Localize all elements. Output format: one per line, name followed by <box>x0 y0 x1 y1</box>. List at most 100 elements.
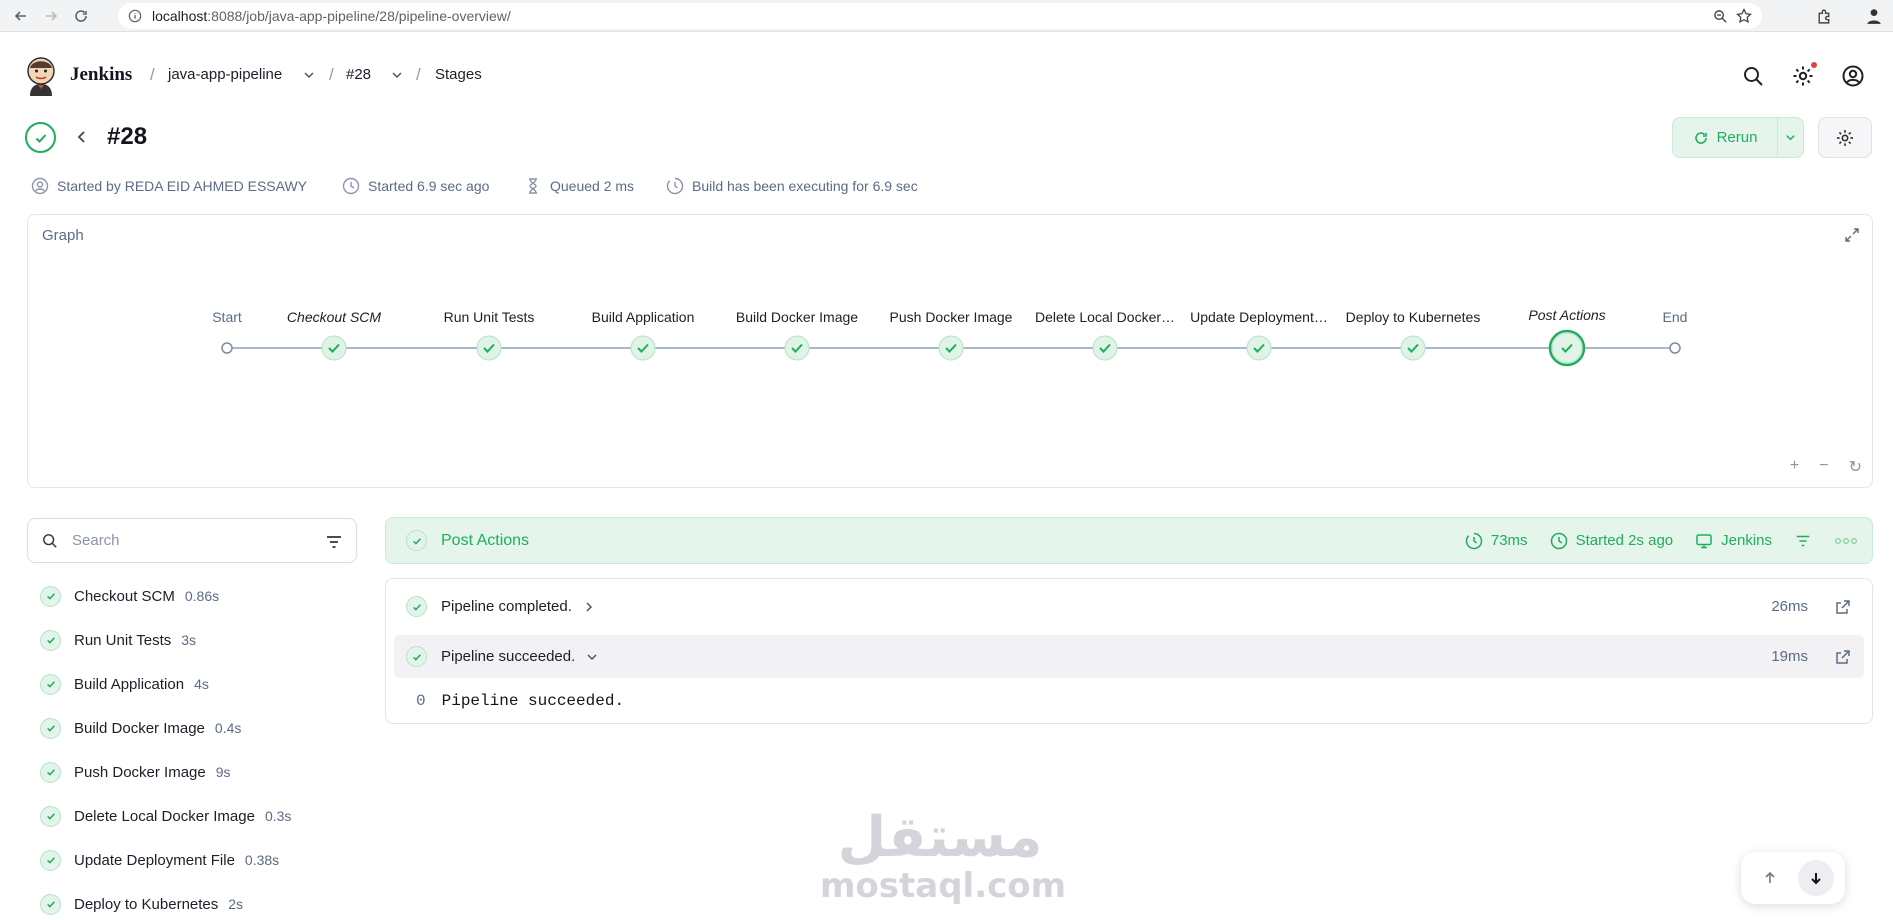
stage-name: Checkout SCM <box>74 587 175 605</box>
step-time: 19ms <box>1771 648 1808 665</box>
graph-stage-node[interactable] <box>476 335 502 361</box>
graph-node-label[interactable]: Build Application <box>592 309 695 325</box>
chevron-left-icon[interactable] <box>74 129 90 145</box>
url-host: localhost <box>152 8 208 24</box>
stage-list-item[interactable]: Push Docker Image 9s <box>40 757 231 787</box>
search-input[interactable] <box>72 532 302 549</box>
gear-icon <box>1837 129 1853 146</box>
forward-arrow-icon[interactable] <box>36 1 66 31</box>
graph-stage-node[interactable] <box>321 335 347 361</box>
breadcrumb-build[interactable]: #28 <box>346 66 371 83</box>
stage-agent[interactable]: Jenkins <box>1695 532 1772 550</box>
success-check-icon <box>40 585 61 607</box>
graph-node-label[interactable]: Build Docker Image <box>736 309 858 325</box>
pipeline-settings-button[interactable] <box>1818 117 1872 158</box>
steps-card: Pipeline completed. 26ms Pipeline succee… <box>385 578 1873 724</box>
stage-list-item[interactable]: Run Unit Tests 3s <box>40 625 196 655</box>
stage-duration: 0.4s <box>214 720 242 736</box>
stage-list-item[interactable]: Deploy to Kubernetes 2s <box>40 889 243 919</box>
stage-duration: 0.86s <box>184 588 220 604</box>
stage-list-item[interactable]: Checkout SCM 0.86s <box>40 581 219 611</box>
log-line: 0 Pipeline succeeded. <box>416 692 624 710</box>
success-check-icon <box>40 717 61 739</box>
chevron-down-icon[interactable] <box>585 650 599 664</box>
extensions-icon[interactable] <box>1816 8 1833 25</box>
breadcrumb-stages[interactable]: Stages <box>435 66 482 83</box>
graph-stage-node[interactable] <box>784 335 810 361</box>
graph-node-label[interactable]: Post Actions <box>1528 307 1605 323</box>
scroll-bottom-button[interactable] <box>1798 860 1834 896</box>
success-check-icon <box>40 893 61 915</box>
graph-node-label[interactable]: Update Deployment… <box>1190 309 1328 325</box>
search-icon[interactable] <box>1741 64 1765 88</box>
success-check-icon <box>40 849 61 871</box>
stage-list-item[interactable]: Update Deployment File 0.38s <box>40 845 279 875</box>
bookmark-star-icon[interactable] <box>1736 8 1752 24</box>
stage-search[interactable] <box>27 518 357 563</box>
graph-node-label[interactable]: Checkout SCM <box>287 309 381 325</box>
rerun-button[interactable]: Rerun <box>1672 117 1778 158</box>
open-external-icon[interactable] <box>1834 648 1852 666</box>
success-check-icon <box>40 629 61 651</box>
stage-name: Delete Local Docker Image <box>74 807 255 825</box>
profile-avatar-icon[interactable] <box>1865 7 1883 25</box>
pipeline-graph <box>221 329 1681 367</box>
graph-node-label[interactable]: Push Docker Image <box>890 309 1013 325</box>
clock-icon <box>342 177 360 195</box>
manage-jenkins[interactable] <box>1791 62 1817 93</box>
arrow-down-icon <box>1811 873 1821 885</box>
zoom-out-icon[interactable]: − <box>1819 457 1828 477</box>
reset-zoom-icon[interactable]: ↻ <box>1849 457 1862 477</box>
breadcrumb-separator: / <box>416 65 421 84</box>
timer-icon <box>666 177 684 195</box>
graph-stage-node[interactable] <box>1400 335 1426 361</box>
open-external-icon[interactable] <box>1834 598 1852 616</box>
step-row[interactable]: Pipeline completed. 26ms <box>394 585 1864 628</box>
started-by-text: Started by REDA EID AHMED ESSAWY <box>57 178 308 194</box>
stage-detail-header: Post Actions 73ms Started 2s ago Jenkins <box>385 517 1873 564</box>
breadcrumb-separator: / <box>329 65 334 84</box>
filter-icon[interactable] <box>324 532 344 552</box>
hourglass-icon <box>529 178 537 194</box>
user-account-icon[interactable] <box>1841 64 1865 88</box>
arrow-up-icon <box>1765 871 1775 883</box>
zoom-icon[interactable] <box>1713 9 1728 24</box>
chevron-down-icon[interactable] <box>390 68 404 82</box>
more-options-icon[interactable] <box>1834 536 1858 546</box>
stage-duration: 0.3s <box>264 808 292 824</box>
graph-stage-node[interactable] <box>1092 335 1118 361</box>
success-check-icon <box>40 761 61 783</box>
site-info-icon[interactable] <box>128 9 142 23</box>
gear-icon[interactable] <box>1791 64 1815 88</box>
jenkins-logo-icon[interactable] <box>24 56 58 96</box>
stage-list-item[interactable]: Build Docker Image 0.4s <box>40 713 241 743</box>
rerun-label: Rerun <box>1716 129 1758 146</box>
stage-agent-text: Jenkins <box>1721 532 1772 549</box>
graph-node-label[interactable]: Delete Local Docker… <box>1035 309 1175 325</box>
step-row[interactable]: Pipeline succeeded. 19ms <box>394 635 1864 678</box>
zoom-in-icon[interactable]: + <box>1790 457 1799 477</box>
graph-stage-node[interactable] <box>938 335 964 361</box>
graph-stage-node[interactable] <box>1246 335 1272 361</box>
stage-list-item[interactable]: Build Application 4s <box>40 669 209 699</box>
reload-icon[interactable] <box>66 1 96 31</box>
step-time: 26ms <box>1771 598 1808 615</box>
chevron-right-icon[interactable] <box>582 600 596 614</box>
back-arrow-icon[interactable] <box>6 1 36 31</box>
browser-toolbar: localhost:8088/job/java-app-pipeline/28/… <box>0 0 1893 32</box>
chevron-down-icon[interactable] <box>302 68 316 82</box>
graph-node-label[interactable]: Run Unit Tests <box>444 309 535 325</box>
graph-node-label[interactable]: Deploy to Kubernetes <box>1346 309 1481 325</box>
scroll-top-button[interactable] <box>1752 860 1788 896</box>
meta-started: Started 6.9 sec ago <box>342 177 489 195</box>
graph-terminal-node <box>1669 342 1681 354</box>
address-bar[interactable]: localhost:8088/job/java-app-pipeline/28/… <box>118 3 1762 29</box>
filter-icon[interactable] <box>1794 532 1812 550</box>
rerun-dropdown[interactable] <box>1778 117 1804 158</box>
graph-stage-node[interactable] <box>1548 329 1586 367</box>
stage-name: Deploy to Kubernetes <box>74 895 219 913</box>
jenkins-brand[interactable]: Jenkins <box>70 64 132 86</box>
breadcrumb-job[interactable]: java-app-pipeline <box>168 66 282 83</box>
stage-list-item[interactable]: Delete Local Docker Image 0.3s <box>40 801 291 831</box>
graph-stage-node[interactable] <box>630 335 656 361</box>
